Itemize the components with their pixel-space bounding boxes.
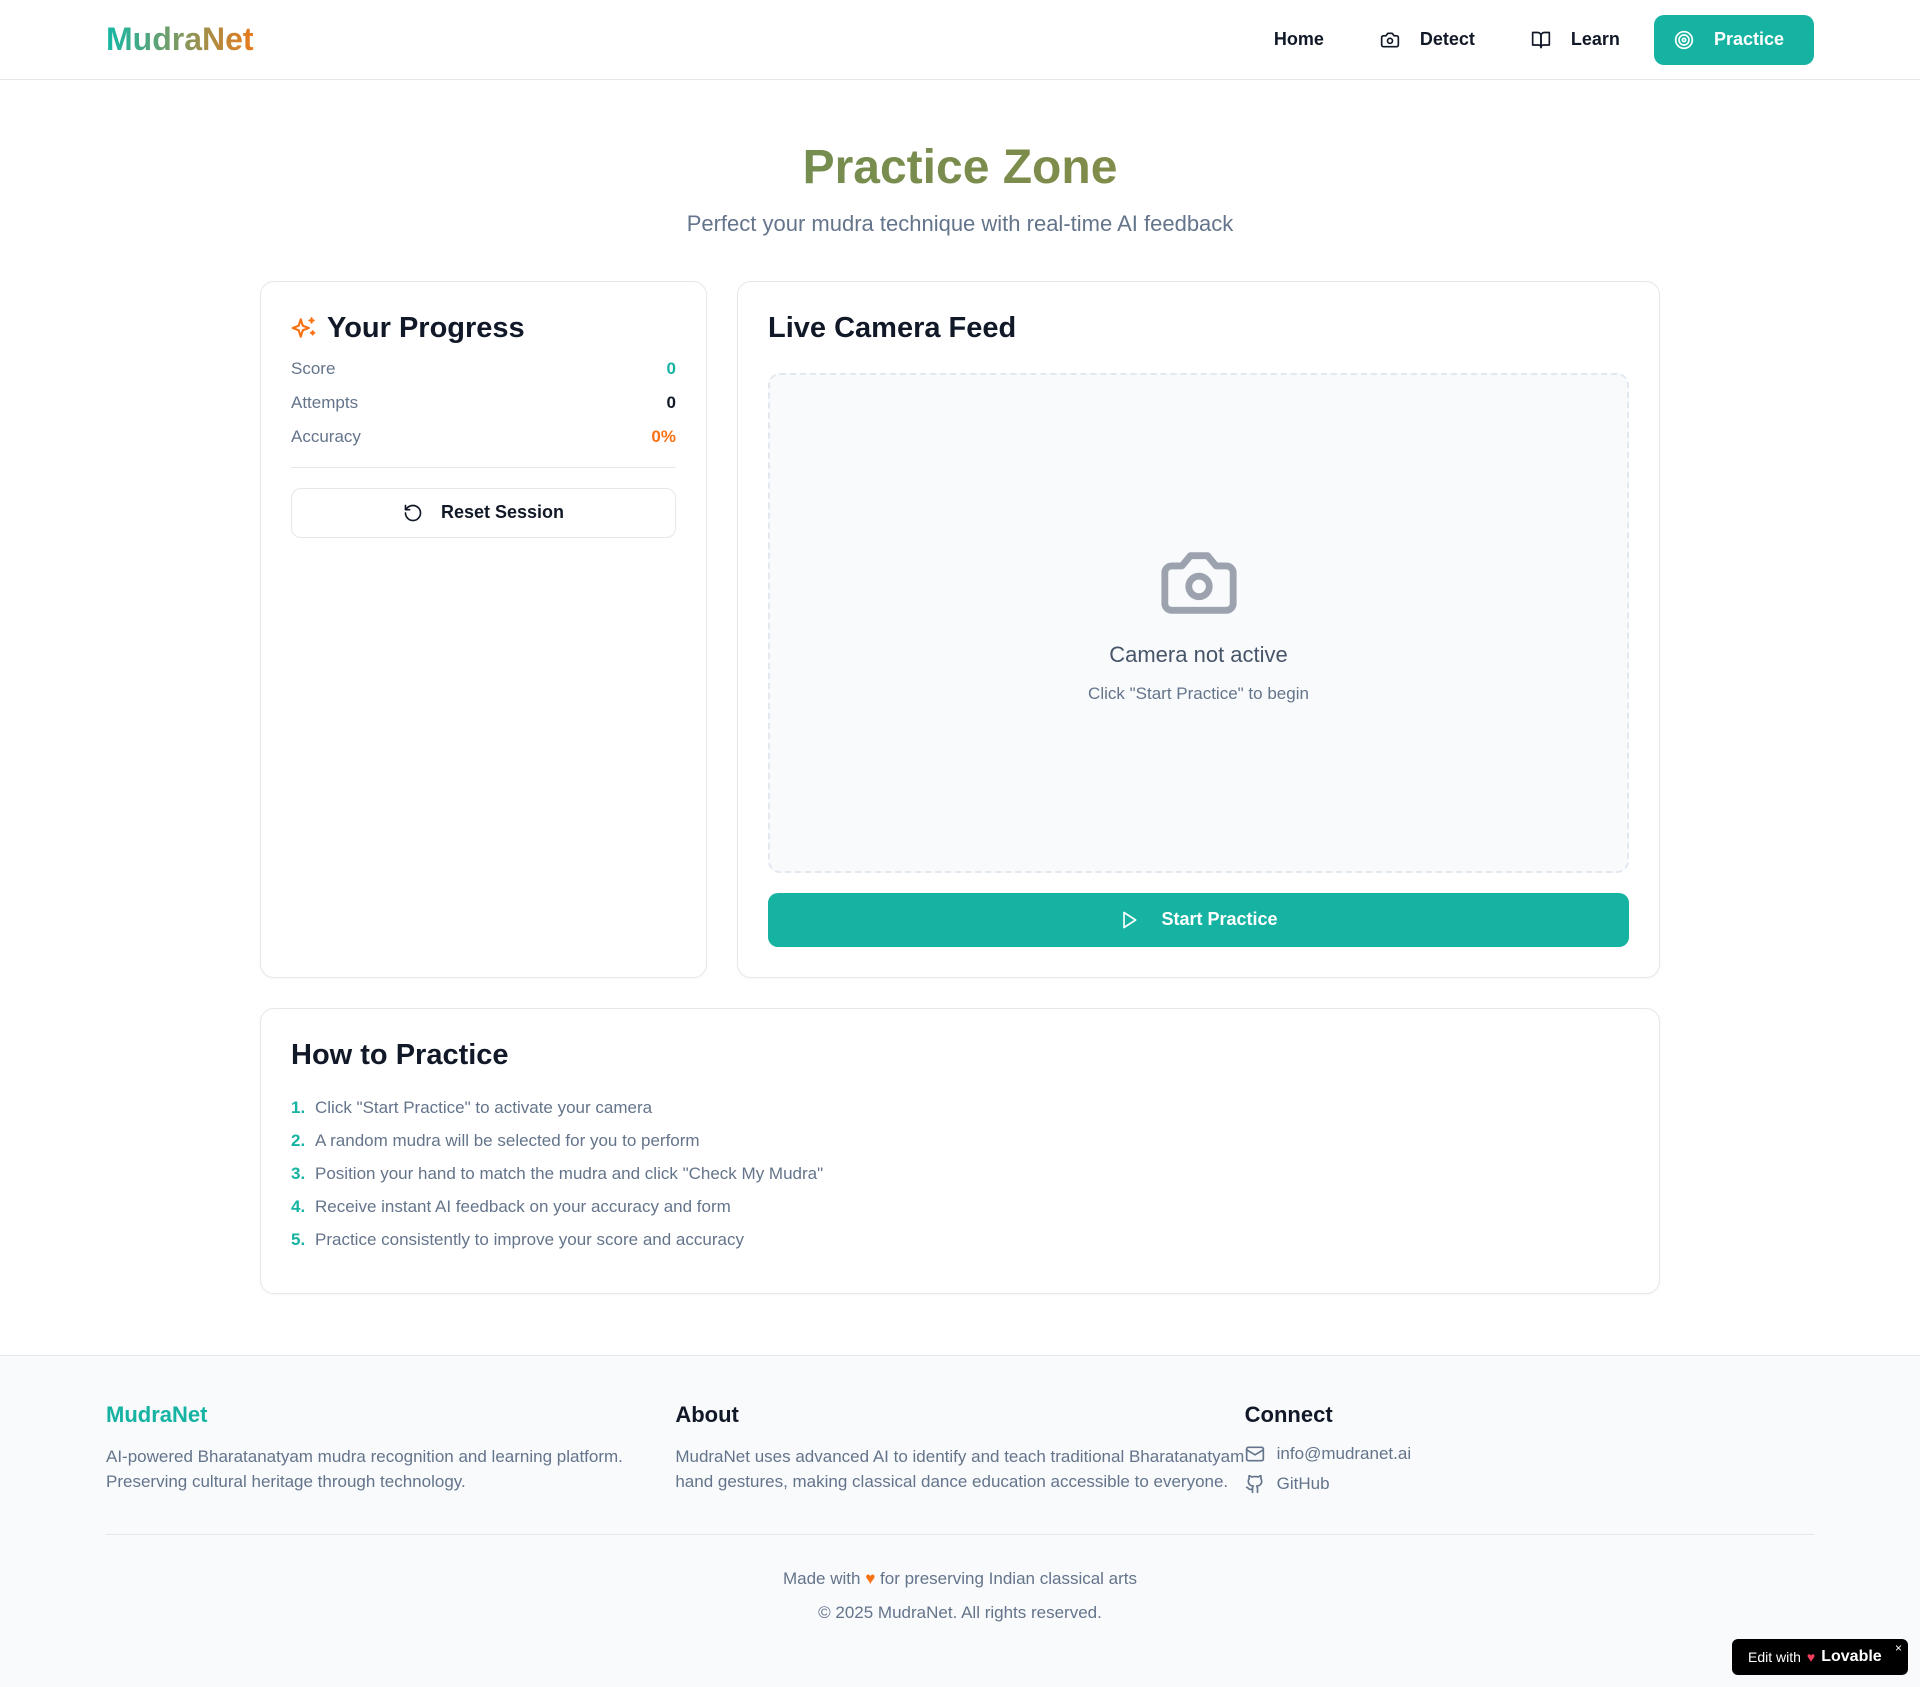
stat-attempts-label: Attempts	[291, 392, 359, 412]
how-to-title: How to Practice	[291, 1038, 509, 1071]
step-number: 4.	[291, 1196, 306, 1216]
footer-about-title: About	[675, 1402, 739, 1427]
book-icon	[1531, 31, 1551, 48]
stat-accuracy-label: Accuracy	[291, 426, 361, 446]
stat-score-label: Score	[291, 358, 336, 378]
sparkles-icon	[291, 317, 316, 339]
start-practice-button[interactable]: Start Practice	[768, 892, 1629, 947]
target-icon	[1674, 30, 1694, 49]
start-practice-label: Start Practice	[1161, 909, 1278, 930]
progress-title-label: Your Progress	[327, 311, 525, 344]
camera-icon	[1160, 552, 1237, 614]
stat-accuracy-value: 0%	[651, 426, 676, 446]
step-number: 2.	[291, 1130, 306, 1150]
github-icon	[1245, 1474, 1263, 1494]
nav-home-label: Home	[1273, 29, 1324, 49]
mail-icon	[1245, 1446, 1264, 1462]
camera-icon	[1380, 32, 1400, 48]
footer-brand-desc: AI-powered Bharatanatyam mudra recogniti…	[106, 1447, 623, 1491]
step-number: 1.	[291, 1097, 306, 1117]
play-icon	[1123, 911, 1137, 929]
email-label: info@mudranet.ai	[1276, 1444, 1412, 1463]
step-number: 5.	[291, 1229, 306, 1249]
camera-status: Camera not active	[1109, 641, 1288, 667]
progress-title: Your Progress	[291, 312, 676, 345]
footer-bottom: Made with ♥ for preserving Indian classi…	[0, 1569, 1920, 1623]
stat-attempts-value: 0	[666, 392, 676, 412]
top-row: Your Progress Score 0 Attempts 0 Accurac…	[260, 280, 1660, 978]
nav-links: Home Detect Learn Practice	[1252, 14, 1814, 65]
list-item: 3. Position your hand to match the mudra …	[291, 1164, 1629, 1184]
footer-about-col: About MudraNet uses advanced AI to ident…	[675, 1402, 1244, 1494]
made-with-pre: Made with	[782, 1569, 861, 1588]
hero: Practice Zone Perfect your mudra techniq…	[0, 80, 1920, 237]
footer-connect-col: Connect info@mudranet.ai GitHub	[1245, 1402, 1814, 1494]
step-text: A random mudra will be selected for you …	[315, 1130, 700, 1150]
copyright: © 2025 MudraNet. All rights reserved.	[818, 1603, 1102, 1622]
nav-detect[interactable]: Detect	[1358, 15, 1497, 65]
badge-pre: Edit with	[1748, 1649, 1801, 1665]
step-text: Practice consistently to improve your sc…	[315, 1229, 744, 1249]
email-link[interactable]: info@mudranet.ai	[1245, 1444, 1814, 1464]
edit-with-lovable-badge[interactable]: Edit with ♥ Lovable ×	[1732, 1639, 1908, 1675]
nav-practice-label: Practice	[1713, 29, 1784, 49]
nav-detect-label: Detect	[1419, 29, 1475, 49]
list-item: 5. Practice consistently to improve your …	[291, 1230, 1629, 1250]
step-text: Receive instant AI feedback on your accu…	[315, 1196, 731, 1216]
main-container: Your Progress Score 0 Attempts 0 Accurac…	[260, 280, 1660, 1294]
step-text: Position your hand to match the mudra an…	[315, 1163, 824, 1183]
reset-session-label: Reset Session	[440, 502, 565, 523]
made-with-post: for preserving Indian classical arts	[880, 1569, 1138, 1588]
camera-placeholder: Camera not active Click "Start Practice"…	[768, 372, 1629, 873]
footer-brand-col: MudraNet AI-powered Bharatanatyam mudra …	[106, 1402, 675, 1494]
nav-practice[interactable]: Practice	[1653, 14, 1814, 65]
nav-learn[interactable]: Learn	[1509, 15, 1642, 65]
progress-card: Your Progress Score 0 Attempts 0 Accurac…	[260, 280, 707, 978]
footer-about-desc: MudraNet uses advanced AI to identify an…	[675, 1447, 1245, 1491]
badge-brand: Lovable	[1821, 1648, 1882, 1665]
camera-hint: Click "Start Practice" to begin	[1088, 683, 1309, 703]
top-navbar: MudraNet Home Detect Learn Practice	[0, 0, 1920, 80]
steps-list: 1. Click "Start Practice" to activate you…	[291, 1098, 1629, 1250]
page-title: Practice Zone	[0, 141, 1920, 195]
list-item: 4. Receive instant AI feedback on your ac…	[291, 1197, 1629, 1217]
stat-score-value: 0	[666, 358, 676, 378]
stat-attempts: Attempts 0	[291, 393, 676, 413]
list-item: 1. Click "Start Practice" to activate you…	[291, 1098, 1629, 1118]
footer-connect-title: Connect	[1244, 1402, 1333, 1427]
divider	[291, 466, 676, 468]
step-number: 3.	[291, 1163, 306, 1183]
page-subtitle: Perfect your mudra technique with real-t…	[686, 210, 1234, 236]
made-with-line: Made with ♥ for preserving Indian classi…	[0, 1569, 1920, 1589]
stat-score: Score 0	[291, 359, 676, 379]
footer: MudraNet AI-powered Bharatanatyam mudra …	[0, 1355, 1920, 1687]
lovable-heart-icon: ♥	[1806, 1649, 1816, 1665]
github-link[interactable]: GitHub	[1245, 1474, 1814, 1494]
list-item: 2. A random mudra will be selected for yo…	[291, 1131, 1629, 1151]
nav-learn-label: Learn	[1570, 29, 1620, 49]
reset-session-button[interactable]: Reset Session	[291, 487, 676, 538]
nav-home[interactable]: Home	[1252, 15, 1346, 65]
footer-brand: MudraNet	[106, 1402, 208, 1427]
stat-accuracy: Accuracy 0%	[291, 427, 676, 447]
logo[interactable]: MudraNet	[106, 21, 254, 58]
camera-card: Live Camera Feed Camera not active Click…	[737, 280, 1660, 978]
github-label: GitHub	[1276, 1474, 1330, 1493]
footer-columns: MudraNet AI-powered Bharatanatyam mudra …	[0, 1356, 1920, 1494]
rotate-ccw-icon	[404, 504, 422, 522]
footer-divider	[106, 1534, 1814, 1535]
how-to-card: How to Practice 1. Click "Start Practice"…	[260, 1007, 1660, 1294]
step-text: Click "Start Practice" to activate your …	[315, 1097, 653, 1117]
close-icon[interactable]: ×	[1895, 1641, 1902, 1655]
heart-icon: ♥	[865, 1569, 876, 1588]
camera-title: Live Camera Feed	[768, 311, 1017, 344]
